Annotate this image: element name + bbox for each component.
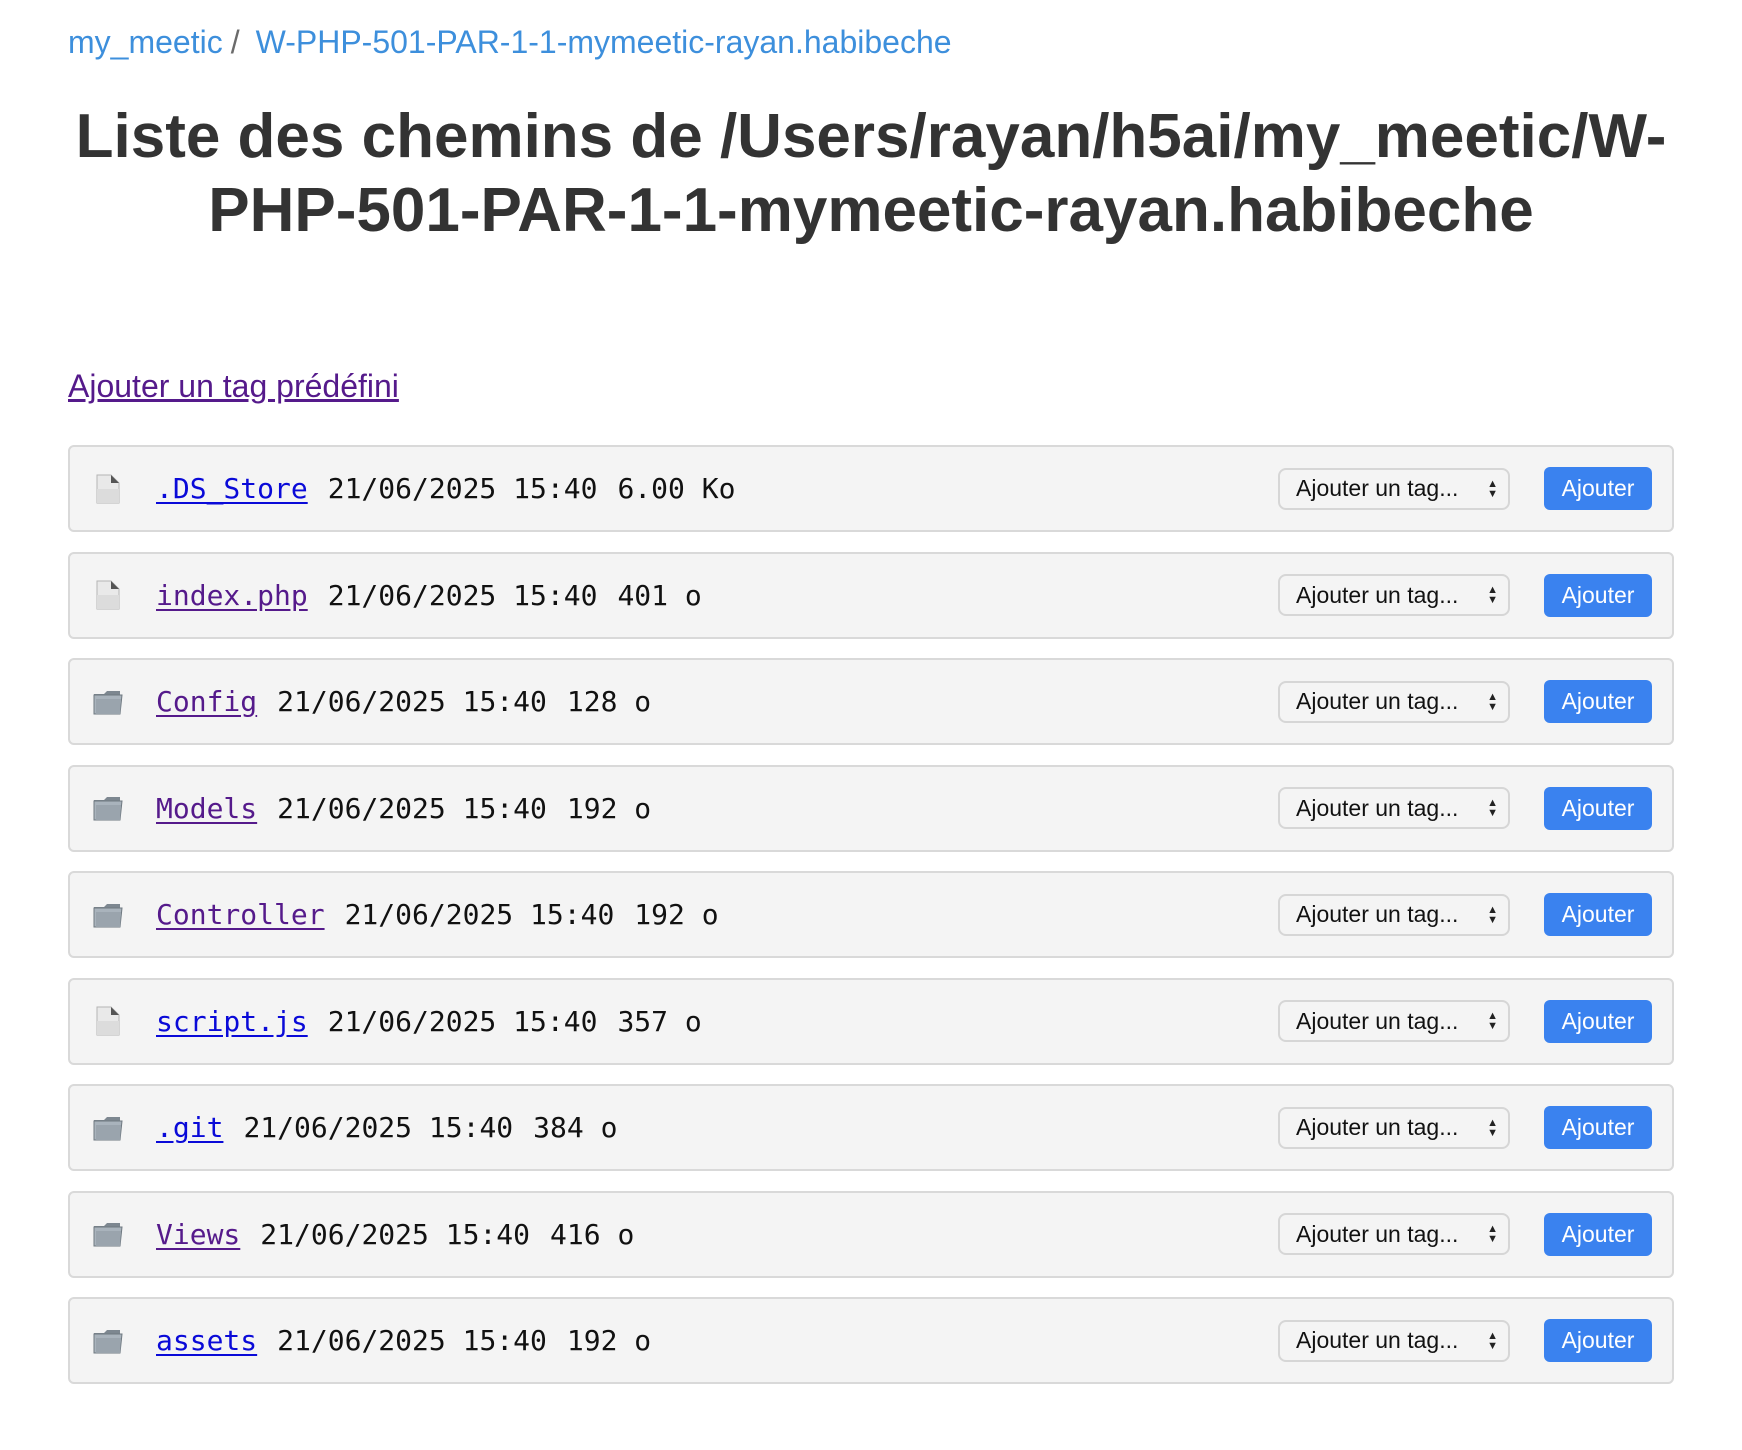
- folder-name-link[interactable]: assets: [156, 1324, 257, 1357]
- folder-row: Controller 21/06/2025 15:40 192 o Ajouter …: [68, 871, 1674, 958]
- select-arrows-icon: ▲ ▼: [1487, 584, 1498, 606]
- file-size: 6.00 Ko: [617, 472, 736, 505]
- add-tag-button[interactable]: Ajouter: [1544, 1106, 1652, 1149]
- file-date: 21/06/2025 15:40: [243, 1111, 514, 1144]
- file-size: 192 o: [566, 1324, 652, 1357]
- breadcrumb-link-my-meetic[interactable]: my_meetic: [68, 24, 223, 60]
- tag-select-value: Ajouter un tag...: [1296, 581, 1459, 608]
- tag-select-value: Ajouter un tag...: [1296, 1114, 1459, 1140]
- folder-icon: [92, 899, 124, 931]
- file-row: .DS_Store 21/06/2025 15:40 6.00 Ko Ajouter…: [68, 445, 1674, 532]
- file-info: index.php 21/06/2025 15:40 401 o: [156, 579, 1278, 612]
- tag-select-value: Ajouter un tag...: [1296, 901, 1459, 927]
- file-size: 416 o: [550, 1217, 635, 1251]
- breadcrumb: my_meetic / W-PHP-501-PAR-1-1-mymeetic-ray…: [68, 22, 952, 62]
- file-icon: [92, 579, 124, 611]
- file-icon: [92, 1005, 124, 1037]
- file-info: .git 21/06/2025 15:40 384 o: [156, 1111, 1278, 1144]
- select-arrows-icon: ▲ ▼: [1487, 797, 1498, 819]
- file-row: script.js 21/06/2025 15:40 357 o Ajouter u…: [68, 977, 1674, 1065]
- tag-select-value: Ajouter un tag...: [1296, 1220, 1459, 1247]
- folder-name-link[interactable]: .git: [156, 1111, 223, 1144]
- file-date: 21/06/2025 15:40: [327, 1004, 598, 1038]
- tag-select[interactable]: Ajouter un tag... ▲ ▼: [1278, 467, 1510, 510]
- file-size: 401 o: [617, 578, 702, 612]
- file-info: assets 21/06/2025 15:40 192 o: [156, 1324, 1278, 1357]
- file-size: 192 o: [634, 898, 719, 931]
- tag-select[interactable]: Ajouter un tag... ▲ ▼: [1278, 680, 1510, 723]
- tag-select[interactable]: Ajouter un tag... ▲ ▼: [1278, 787, 1510, 829]
- folder-name-link[interactable]: Config: [156, 685, 257, 718]
- tag-select[interactable]: Ajouter un tag... ▲ ▼: [1278, 1213, 1510, 1255]
- file-date: 21/06/2025 15:40: [260, 1217, 531, 1251]
- file-info: .DS_Store 21/06/2025 15:40 6.00 Ko: [156, 472, 1278, 505]
- file-size: 357 o: [617, 1004, 702, 1038]
- file-date: 21/06/2025 15:40: [277, 685, 547, 718]
- file-info: Models 21/06/2025 15:40 192 o: [156, 792, 1278, 825]
- file-info: Views 21/06/2025 15:40 416 o: [156, 1218, 1278, 1251]
- folder-row: Views 21/06/2025 15:40 416 o Ajouter un ta…: [68, 1190, 1674, 1278]
- tag-select-value: Ajouter un tag...: [1296, 688, 1459, 714]
- tag-select[interactable]: Ajouter un tag... ▲ ▼: [1278, 574, 1510, 616]
- file-size: 128 o: [566, 685, 652, 718]
- folder-name-link[interactable]: Views: [156, 1218, 240, 1251]
- folder-name-link[interactable]: Controller: [156, 898, 325, 931]
- file-name-link[interactable]: script.js: [156, 1005, 308, 1038]
- tag-select[interactable]: Ajouter un tag... ▲ ▼: [1278, 1319, 1510, 1362]
- file-info: Config 21/06/2025 15:40 128 o: [156, 685, 1278, 718]
- file-row: index.php 21/06/2025 15:40 401 o Ajouter u…: [68, 551, 1674, 639]
- folder-icon: [92, 1112, 124, 1144]
- folder-icon: [92, 1325, 124, 1357]
- file-list: .DS_Store 21/06/2025 15:40 6.00 Ko Ajouter…: [68, 445, 1674, 1404]
- folder-row: Config 21/06/2025 15:40 128 o Ajouter un t…: [68, 658, 1674, 745]
- tag-select-value: Ajouter un tag...: [1296, 475, 1459, 501]
- add-tag-button[interactable]: Ajouter: [1544, 786, 1652, 830]
- add-tag-button[interactable]: Ajouter: [1544, 467, 1652, 510]
- folder-row: Models 21/06/2025 15:40 192 o Ajouter un t…: [68, 764, 1674, 852]
- tag-select[interactable]: Ajouter un tag... ▲ ▼: [1278, 1106, 1510, 1149]
- select-arrows-icon: ▲ ▼: [1487, 1223, 1498, 1245]
- folder-icon: [92, 1218, 124, 1250]
- file-size: 384 o: [533, 1111, 618, 1144]
- file-info: Controller 21/06/2025 15:40 192 o: [156, 898, 1278, 931]
- select-arrows-icon: ▲ ▼: [1487, 1116, 1498, 1139]
- file-date: 21/06/2025 15:40: [344, 898, 615, 931]
- select-arrows-icon: ▲ ▼: [1487, 1329, 1498, 1352]
- file-date: 21/06/2025 15:40: [277, 1324, 547, 1357]
- file-info: script.js 21/06/2025 15:40 357 o: [156, 1005, 1278, 1038]
- breadcrumb-link-current-folder[interactable]: W-PHP-501-PAR-1-1-mymeetic-rayan.habibec…: [256, 24, 952, 60]
- folder-row: assets 21/06/2025 15:40 192 o Ajouter un t…: [68, 1297, 1674, 1384]
- add-tag-button[interactable]: Ajouter: [1544, 573, 1652, 617]
- folder-icon: [92, 686, 124, 718]
- file-name-link[interactable]: .DS_Store: [156, 472, 308, 505]
- page-title: Liste des chemins de /Users/rayan/h5ai/m…: [75, 102, 1667, 245]
- add-tag-button[interactable]: Ajouter: [1544, 1212, 1652, 1256]
- select-arrows-icon: ▲ ▼: [1487, 477, 1498, 500]
- tag-select[interactable]: Ajouter un tag... ▲ ▼: [1278, 893, 1510, 936]
- tag-select-value: Ajouter un tag...: [1296, 1327, 1459, 1353]
- tag-select-value: Ajouter un tag...: [1296, 1007, 1459, 1034]
- file-name-link[interactable]: index.php: [156, 579, 308, 612]
- file-size: 192 o: [566, 791, 652, 825]
- file-date: 21/06/2025 15:40: [277, 791, 547, 825]
- file-icon: [92, 473, 124, 505]
- folder-row: .git 21/06/2025 15:40 384 o Ajouter un tag…: [68, 1084, 1674, 1171]
- add-tag-button[interactable]: Ajouter: [1544, 680, 1652, 723]
- file-date: 21/06/2025 15:40: [327, 472, 598, 505]
- folder-name-link[interactable]: Models: [156, 792, 257, 825]
- select-arrows-icon: ▲ ▼: [1487, 690, 1498, 713]
- tag-select-value: Ajouter un tag...: [1296, 794, 1459, 821]
- add-tag-button[interactable]: Ajouter: [1544, 1319, 1652, 1362]
- select-arrows-icon: ▲ ▼: [1487, 903, 1498, 926]
- add-tag-button[interactable]: Ajouter: [1544, 893, 1652, 936]
- add-tag-button[interactable]: Ajouter: [1544, 999, 1652, 1043]
- folder-icon: [92, 792, 124, 824]
- file-date: 21/06/2025 15:40: [327, 578, 598, 612]
- breadcrumb-separator: /: [230, 24, 240, 60]
- add-predefined-tag-link[interactable]: Ajouter un tag prédéfini: [68, 366, 399, 406]
- select-arrows-icon: ▲ ▼: [1487, 1010, 1498, 1032]
- tag-select[interactable]: Ajouter un tag... ▲ ▼: [1278, 1000, 1510, 1042]
